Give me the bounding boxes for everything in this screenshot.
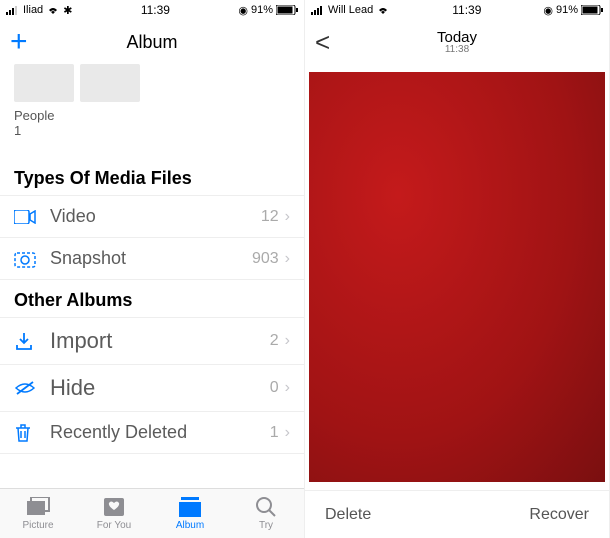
albums-screen: Iliad ✱ 11:39 ◉ 91% + Album People 1 Typ…	[0, 0, 305, 538]
other-section-header: Other Albums	[0, 280, 304, 317]
hide-row[interactable]: Hide 0 ›	[0, 365, 304, 412]
hide-count: 0	[270, 379, 279, 397]
signal-icon	[311, 5, 325, 15]
video-icon	[14, 210, 38, 224]
tab-search[interactable]: Try	[228, 489, 304, 538]
tab-foryou[interactable]: For You	[76, 489, 152, 538]
album-thumb[interactable]	[80, 64, 140, 102]
delete-button[interactable]: Delete	[325, 506, 371, 524]
picture-icon	[25, 496, 51, 518]
deleted-count: 1	[270, 424, 279, 442]
video-row[interactable]: Video 12 ›	[0, 195, 304, 238]
status-time: 11:39	[452, 3, 481, 17]
album-thumb[interactable]	[14, 64, 74, 102]
alarm-icon: ◉	[238, 4, 248, 17]
chevron-left-icon: <	[315, 27, 330, 58]
snapshot-icon	[14, 250, 38, 268]
tab-album[interactable]: Album	[152, 489, 228, 538]
battery-percent: 91%	[251, 4, 273, 16]
battery-icon	[581, 5, 603, 15]
alarm-icon: ◉	[543, 4, 553, 17]
albums-content: People 1 Types Of Media Files Video 12 ›…	[0, 64, 304, 488]
chevron-right-icon: ›	[285, 424, 290, 442]
nav-subtitle: 11:38	[445, 44, 469, 55]
snapshot-count: 903	[252, 250, 279, 268]
chevron-right-icon: ›	[285, 208, 290, 226]
nav-bar: < Today 11:38	[305, 20, 609, 64]
snapshot-row[interactable]: Snapshot 903 ›	[0, 238, 304, 280]
snapshot-label: Snapshot	[50, 248, 252, 269]
trash-icon	[14, 423, 38, 443]
chevron-right-icon: ›	[285, 250, 290, 268]
album-icon	[177, 496, 203, 518]
status-bar: Will Lead 11:39 ◉ 91%	[305, 0, 609, 20]
foryou-icon	[103, 496, 125, 518]
photo-screen: Will Lead 11:39 ◉ 91% < Today 11:38 Dele…	[305, 0, 610, 538]
people-label: People	[0, 108, 304, 123]
wifi-icon	[376, 5, 390, 15]
import-count: 2	[270, 332, 279, 350]
signal-icon	[6, 5, 20, 15]
people-count: 1	[0, 123, 304, 158]
search-icon	[255, 496, 277, 518]
status-time: 11:39	[141, 3, 170, 17]
import-icon	[14, 331, 38, 351]
add-button[interactable]: +	[10, 25, 28, 59]
carrier-label: Will Lead	[328, 4, 373, 16]
wifi-icon	[46, 5, 60, 15]
battery-percent: 91%	[556, 4, 578, 16]
import-label: Import	[50, 328, 270, 354]
plus-icon: +	[10, 25, 28, 59]
tab-picture-label: Picture	[22, 520, 53, 531]
battery-icon	[276, 5, 298, 15]
photo-preview[interactable]	[309, 72, 605, 482]
album-thumbs	[0, 64, 304, 108]
media-section-header: Types Of Media Files	[0, 158, 304, 195]
video-count: 12	[261, 208, 279, 226]
carrier-label: Iliad	[23, 4, 43, 16]
tab-picture[interactable]: Picture	[0, 489, 76, 538]
recover-button[interactable]: Recover	[529, 506, 589, 524]
deleted-row[interactable]: Recently Deleted 1 ›	[0, 412, 304, 454]
nav-title: Album	[126, 32, 177, 53]
video-label: Video	[50, 206, 261, 227]
hide-label: Hide	[50, 375, 270, 401]
back-button[interactable]: <	[315, 27, 330, 58]
nav-bar: + Album	[0, 20, 304, 64]
tab-foryou-label: For You	[97, 520, 131, 531]
action-bar: Delete Recover	[305, 490, 609, 538]
deleted-label: Recently Deleted	[50, 422, 270, 443]
status-bar: Iliad ✱ 11:39 ◉ 91%	[0, 0, 304, 20]
loading-icon: ✱	[63, 4, 72, 17]
chevron-right-icon: ›	[285, 332, 290, 350]
hide-icon	[14, 380, 38, 396]
tab-album-label: Album	[176, 520, 204, 531]
import-row[interactable]: Import 2 ›	[0, 317, 304, 365]
tab-bar: Picture For You Album Try	[0, 488, 304, 538]
tab-search-label: Try	[259, 520, 273, 531]
chevron-right-icon: ›	[285, 379, 290, 397]
